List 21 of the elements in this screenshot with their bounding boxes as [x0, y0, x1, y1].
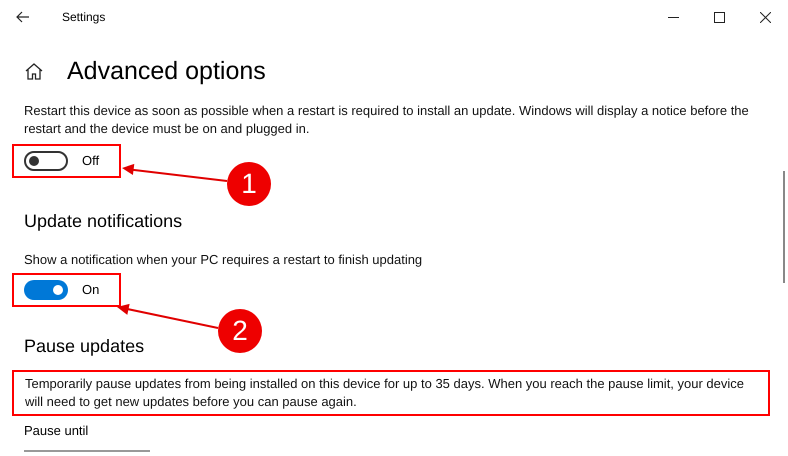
minimize-icon [668, 16, 678, 18]
toggle-switch[interactable] [24, 151, 68, 171]
field-label: Pause until [24, 422, 90, 440]
window-title: Settings [62, 9, 106, 26]
home-button[interactable] [24, 61, 44, 81]
close-icon [760, 12, 770, 22]
setting-description: Temporarily pause updates from being installed on this device for up to 35 days. When you reach the pause limit, your device will need to get new updates before you can pause again. [12, 370, 770, 416]
section-heading: Update notifications [24, 210, 184, 233]
page-title: Advanced options [67, 56, 266, 87]
setting-description: Restart this device as soon as possible when a restart is required to install an update. Windows will display a notice before the restart and the device must be on and plugged in. [24, 102, 750, 138]
home-icon [25, 62, 43, 80]
toggle-state-label: On [82, 281, 100, 299]
scrollbar-thumb[interactable] [783, 171, 785, 283]
step-number-badge: 2 [218, 309, 262, 353]
setting-description: Show a notification when your PC requires a restart to finish updating [24, 251, 424, 269]
back-arrow-icon [16, 11, 30, 23]
section-heading: Pause updates [24, 335, 146, 358]
maximize-icon [714, 12, 724, 22]
step-number-badge: 1 [227, 162, 271, 206]
toggle-state-label: Off [82, 152, 100, 170]
toggle-switch[interactable] [24, 280, 68, 300]
